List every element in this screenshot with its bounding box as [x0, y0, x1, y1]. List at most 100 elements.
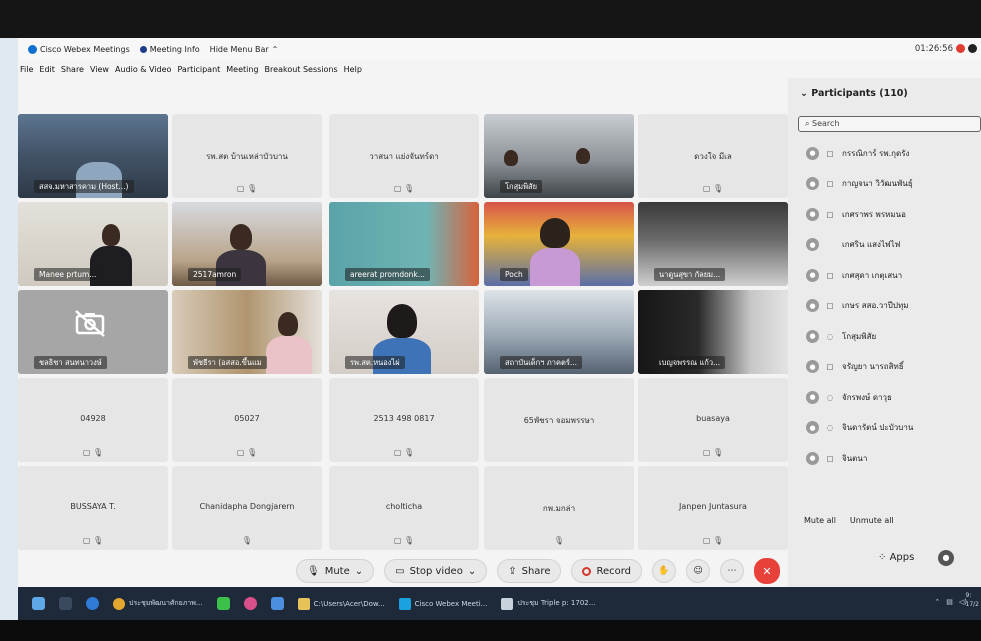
unmute-all-button[interactable]: Unmute all — [850, 516, 894, 525]
video-tile[interactable]: cholticha ▢ 🎙 — [329, 466, 479, 550]
device-icon: ▢ — [826, 301, 834, 311]
video-tile[interactable]: โกสุมพิสัย — [484, 114, 634, 198]
participant-search-input[interactable]: ⌕ Search — [798, 116, 981, 132]
reactions-button[interactable]: ☺ — [686, 559, 711, 583]
participant-row[interactable]: ● ◌ โกสุมพิสัย — [788, 321, 981, 352]
system-clock[interactable]: 9: 17/2 — [966, 591, 979, 609]
mic-status-icon: ▢ 🎙 — [236, 448, 258, 457]
taskbar-app-webex[interactable]: Cisco Webex Meeti... — [398, 597, 487, 610]
video-tile[interactable]: Manee prtum... — [18, 202, 168, 286]
participant-row[interactable]: ● ▢ เกษร สสอ.วาปีปทุม — [788, 291, 981, 322]
video-tile[interactable]: Poch — [484, 202, 634, 286]
video-tile[interactable]: วาสนา แย่งจันทร์ดา ▢ 🎙 — [329, 114, 479, 198]
tile-label: พัชธีรา (อสสอ.ขึ้นแม — [188, 356, 267, 369]
line-app-icon[interactable] — [216, 597, 230, 610]
video-tile[interactable]: สถาบันเด็กฯ ภาคตร์... — [484, 290, 634, 374]
participant-list: ● ▢ กรรณิการ์ รพ.กุดรัง ● ▢ กาญจนา วิวัฒ… — [788, 138, 981, 474]
video-tile[interactable]: Janpen Juntasura ▢ 🎙 — [638, 466, 788, 550]
participant-row[interactable]: ● ◌ จักรพงษ์ ดาวุธ — [788, 382, 981, 413]
participant-name: โกสุมพิสัย — [842, 331, 877, 341]
search-icon: ⌕ — [805, 119, 810, 128]
participant-row[interactable]: ● ▢ กรรณิการ์ รพ.กุดรัง — [788, 138, 981, 169]
tile-label: เบญจพรรณ แก้ว... — [654, 356, 726, 369]
mic-status-icon: ▢ 🎙 — [702, 184, 724, 193]
participant-row[interactable]: ● เกศริน แสงไฟไฟ — [788, 230, 981, 261]
menu-help[interactable]: Help — [344, 65, 362, 74]
participant-row[interactable]: ● ▢ จินตนา — [788, 443, 981, 474]
participant-row[interactable]: ● ▢ เกศราพร พรหมนอ — [788, 199, 981, 230]
menu-edit[interactable]: Edit — [39, 65, 55, 74]
record-button[interactable]: Record — [571, 559, 643, 583]
user-avatar-icon: ● — [806, 268, 819, 282]
profile-icon[interactable] — [968, 44, 977, 53]
video-tile[interactable]: นาดูนสุขา กัลยม... — [638, 202, 788, 286]
monitor-bezel-bottom — [0, 620, 981, 641]
tile-name: รพ.สต บ้านเหล่าบัวบาน — [206, 152, 288, 161]
participant-row[interactable]: ● ▢ กาญจนา วิวัฒนพันธุ์ — [788, 169, 981, 200]
stop-video-button[interactable]: ▭ Stop video ⌄ — [384, 559, 488, 583]
taskbar-app-chrome[interactable]: ประชุมพัฒนาศักยภาพ... — [113, 597, 203, 610]
tile-name: 65พัชรา จอมพรรษา — [523, 416, 595, 425]
user-avatar-icon: ● — [806, 329, 819, 343]
end-meeting-button[interactable]: ✕ — [754, 558, 781, 584]
taskbar-app-explorer[interactable]: C:\Users\Acer\Dow... — [297, 597, 385, 610]
windows-start-icon[interactable] — [32, 597, 45, 610]
chevron-up-icon[interactable]: ⌃ — [934, 598, 940, 606]
menu-share[interactable]: Share — [61, 65, 84, 74]
mic-status-icon: ▢ 🎙 — [82, 448, 104, 457]
participant-row[interactable]: ● ▢ เกศสุดา เกตุเสนา — [788, 260, 981, 291]
person-shape — [278, 312, 298, 336]
device-icon: ▢ — [826, 179, 834, 189]
taskbar-app-document[interactable]: ประชุม Triple p: 1702... — [501, 597, 595, 610]
device-icon: ▢ — [826, 209, 834, 219]
share-label: Share — [521, 565, 551, 577]
share-screen-icon: ⇪ — [508, 565, 517, 577]
edge-browser-icon[interactable] — [86, 597, 99, 610]
video-tile[interactable]: พัชธีรา (อสสอ.ขึ้นแม — [172, 290, 322, 374]
menu-file[interactable]: File — [20, 65, 33, 74]
participants-header[interactable]: ⌄ Participants (110) — [800, 88, 908, 99]
video-tile[interactable]: 65พัชรา จอมพรรษา — [484, 378, 634, 462]
menu-view[interactable]: View — [90, 65, 109, 74]
video-tile[interactable]: BUSSAYA T. ▢ 🎙 — [18, 466, 168, 550]
menu-meeting[interactable]: Meeting — [226, 65, 258, 74]
video-tile[interactable]: ชลธิชา สนทนาวงษ์ — [18, 290, 168, 374]
meeting-info-button[interactable]: Meeting Info — [139, 45, 200, 54]
chat-app-icon[interactable] — [270, 597, 284, 610]
task-view-icon[interactable] — [59, 597, 72, 610]
monitor-bezel-top — [0, 0, 981, 38]
video-tile[interactable]: buasaya ▢ 🎙 — [638, 378, 788, 462]
video-tile[interactable]: รพ.สต บ้านเหล่าบัวบาน ▢ 🎙 — [172, 114, 322, 198]
mute-button[interactable]: 🎙 Mute ⌄ — [296, 559, 375, 583]
video-tile[interactable]: 05027 ▢ 🎙 — [172, 378, 322, 462]
participant-name: จินดารัตน์ ปะบัวบาน — [842, 423, 914, 433]
menu-breakout-sessions[interactable]: Breakout Sessions — [265, 65, 338, 74]
video-tile[interactable]: กพ.มกล่า 🎙 — [484, 466, 634, 550]
apps-button[interactable]: ⁘ Apps — [878, 552, 914, 563]
person-shape — [504, 150, 518, 166]
person-shape — [387, 304, 417, 338]
more-options-button[interactable]: ⋯ — [720, 559, 745, 583]
video-tile[interactable]: 2513 498 0817 ▢ 🎙 — [329, 378, 479, 462]
video-tile[interactable]: 2517amron — [172, 202, 322, 286]
participants-toggle-icon[interactable]: ● — [938, 550, 954, 566]
share-button[interactable]: ⇪ Share — [497, 559, 562, 583]
hide-menu-bar-button[interactable]: Hide Menu Bar ⌃ — [210, 45, 279, 54]
title-bar: Cisco Webex Meetings Meeting Info Hide M… — [18, 38, 981, 60]
video-tile[interactable]: areerat promdonk... — [329, 202, 479, 286]
media-app-icon[interactable] — [243, 597, 257, 610]
video-tile[interactable]: ดวงใจ มีเล ▢ 🎙 — [638, 114, 788, 198]
video-tile[interactable]: Chanidapha Dongjarern 🎙 — [172, 466, 322, 550]
mute-all-button[interactable]: Mute all — [804, 516, 836, 525]
network-icon[interactable]: ▤ — [946, 598, 953, 606]
raise-hand-button[interactable]: ✋ — [652, 559, 677, 583]
video-tile[interactable]: สสจ.มหาสารคาม (Host...) — [18, 114, 168, 198]
participant-row[interactable]: ● ▢ จรัญยา นารถสิทธิ์ — [788, 352, 981, 383]
video-tile[interactable]: 04928 ▢ 🎙 — [18, 378, 168, 462]
participant-row[interactable]: ● ◌ จินดารัตน์ ปะบัวบาน — [788, 413, 981, 444]
taskbar-app-label: ประชุมพัฒนาศักยภาพ... — [129, 599, 203, 607]
menu-audio-video[interactable]: Audio & Video — [115, 65, 171, 74]
video-tile[interactable]: เบญจพรรณ แก้ว... — [638, 290, 788, 374]
menu-participant[interactable]: Participant — [177, 65, 220, 74]
video-tile[interactable]: รพ.สต.หนองไผ่ — [329, 290, 479, 374]
